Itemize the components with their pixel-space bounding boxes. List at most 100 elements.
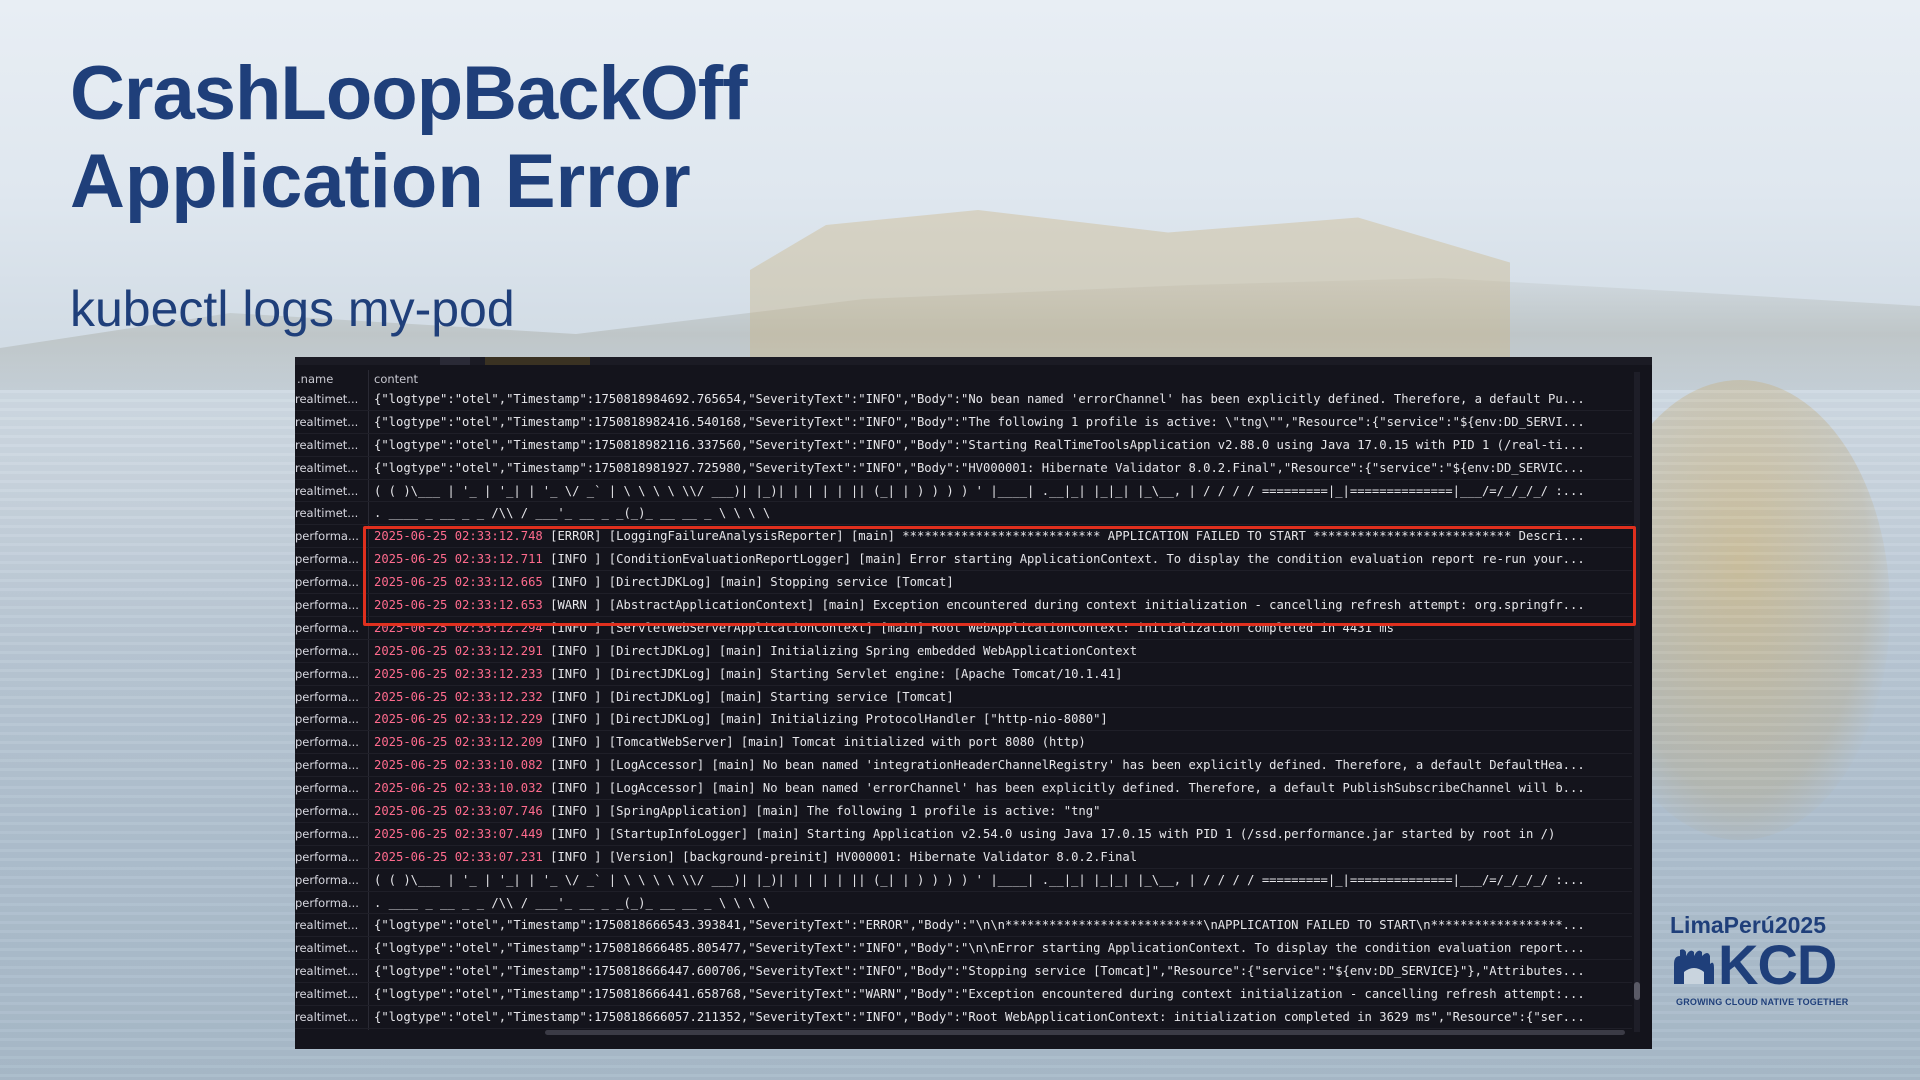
log-row[interactable]: realtimet... {"logtype":"otel","Timestamp… [295, 960, 1632, 984]
log-row-name: performa... [295, 666, 359, 681]
log-row[interactable]: performa... ( ( )\___ | '_ | '_| | '_ \/ … [295, 869, 1632, 892]
log-row[interactable]: realtimet... {"logtype":"otel","Timestamp… [295, 1006, 1632, 1029]
log-row[interactable]: performa... 2025-06-25 02:33:12.209 [INFO… [295, 731, 1632, 755]
scrollbar-thumb[interactable] [1634, 982, 1640, 1000]
log-row-message: [INFO ] [TomcatWebServer] [main] Tomcat … [542, 735, 1086, 750]
log-row-message: [INFO ] [StartupInfoLogger] [main] Start… [542, 826, 1556, 841]
log-row-name: realtimet... [295, 392, 359, 406]
log-row[interactable]: performa... 2025-06-25 02:33:12.232 [INFO… [295, 686, 1632, 709]
log-row-timestamp: 2025-06-25 02:33:12.229 [374, 712, 543, 727]
log-row-name: realtimet... [295, 437, 359, 452]
log-row-timestamp: 2025-06-25 02:33:07.449 [374, 826, 543, 841]
log-row-name: performa... [295, 872, 359, 887]
log-row-content: 2025-06-25 02:33:07.449 [INFO ] [Startup… [374, 823, 1622, 845]
log-row[interactable]: realtimet... {"logtype":"otel","Timestamp… [295, 914, 1632, 938]
log-row-content: 2025-06-25 02:33:07.231 [INFO ] [Version… [374, 846, 1622, 868]
log-row-name: realtimet... [295, 987, 359, 1002]
log-row-message: [INFO ] [DirectJDKLog] [main] Initializi… [542, 643, 1138, 658]
log-row-content: {"logtype":"otel","Timestamp":1750818666… [374, 941, 1585, 956]
log-row-message: [INFO ] [DirectJDKLog] [main] Initializi… [542, 712, 1108, 727]
background-reed-boat [750, 210, 1510, 360]
log-row-message: [INFO ] [Version] [background-preinit] H… [542, 849, 1138, 864]
log-row[interactable]: performa... 2025-06-25 02:33:07.449 [INFO… [295, 823, 1632, 846]
log-row-content: {"logtype":"otel","Timestamp":1750818666… [374, 1010, 1585, 1025]
log-row-timestamp: 2025-06-25 02:33:12.291 [374, 643, 543, 658]
log-row-name: realtimet... [295, 506, 359, 521]
log-row-name: performa... [295, 712, 359, 727]
log-row-content: {"logtype":"otel","Timestamp":1750818666… [374, 987, 1585, 1002]
column-header-name[interactable]: .name [297, 372, 333, 386]
log-row-timestamp: 2025-06-25 02:33:12.209 [374, 735, 543, 750]
logo-tagline: GROWING CLOUD NATIVE TOGETHER [1676, 997, 1849, 1007]
logo-brand-text: KCD [1718, 933, 1837, 996]
log-row[interactable]: realtimet... ( ( )\___ | '_ | '_| | '_ \/… [295, 480, 1632, 503]
log-row[interactable]: realtimet... {"logtype":"otel","Timestamp… [295, 457, 1632, 480]
slide-subtitle: Application Error [70, 139, 691, 224]
log-row[interactable]: realtimet... {"logtype":"otel","Timestamp… [295, 434, 1632, 457]
log-row-message: [INFO ] [SpringApplication] [main] The f… [542, 804, 1101, 819]
log-row[interactable]: performa... 2025-06-25 02:33:07.746 [INFO… [295, 800, 1632, 823]
column-header-content[interactable]: content [374, 372, 418, 386]
log-row-name: performa... [295, 598, 359, 613]
log-row[interactable]: realtimet... {"logtype":"otel","Timestamp… [295, 937, 1632, 961]
log-row-name: performa... [295, 804, 359, 819]
log-row[interactable]: performa... 2025-06-25 02:33:07.231 [INFO… [295, 846, 1632, 869]
log-row-content: 2025-06-25 02:33:12.291 [INFO ] [DirectJ… [374, 640, 1622, 662]
log-row-name: performa... [295, 826, 359, 841]
kcd-logo: LimaPerú2025 KCD GROWING CLOUD NATIVE TO… [1668, 912, 1868, 1012]
log-row-name: performa... [295, 529, 359, 544]
log-row[interactable]: performa... 2025-06-25 02:33:10.082 [INFO… [295, 754, 1632, 778]
log-row-content: {"logtype":"otel","Timestamp":1750818981… [374, 460, 1585, 475]
log-viewer-panel: .name content realtimet... {"logtype":"ot… [295, 357, 1652, 1049]
log-row-timestamp: 2025-06-25 02:33:10.032 [374, 781, 543, 796]
horizontal-scrollbar[interactable] [545, 1030, 1625, 1035]
command-text: kubectl logs my-pod [70, 281, 515, 337]
toolbar-tab-active[interactable] [485, 357, 590, 365]
log-rows: realtimet... {"logtype":"otel","Timestamp… [295, 388, 1632, 1029]
log-row-content: ( ( )\___ | '_ | '_| | '_ \/ _` | \ \ \ … [374, 872, 1585, 887]
log-row-name: performa... [295, 735, 359, 750]
log-row-name: performa... [295, 689, 359, 704]
log-table-header: .name content [295, 370, 1632, 388]
log-row[interactable]: performa... 2025-06-25 02:33:12.233 [INFO… [295, 663, 1632, 686]
log-row-name: performa... [295, 758, 359, 773]
log-row-name: performa... [295, 895, 359, 910]
log-row[interactable]: performa... 2025-06-25 02:33:12.229 [INFO… [295, 708, 1632, 732]
log-row-content: 2025-06-25 02:33:12.209 [INFO ] [TomcatW… [374, 731, 1622, 753]
vertical-scrollbar[interactable] [1634, 372, 1640, 1032]
log-row-content: 2025-06-25 02:33:12.229 [INFO ] [DirectJ… [374, 708, 1622, 730]
log-row[interactable]: realtimet... {"logtype":"otel","Timestamp… [295, 411, 1632, 434]
log-row[interactable]: realtimet... {"logtype":"otel","Timestamp… [295, 388, 1632, 411]
log-row-timestamp: 2025-06-25 02:33:07.746 [374, 804, 543, 819]
log-row-name: performa... [295, 643, 359, 658]
log-row-message: [INFO ] [DirectJDKLog] [main] Starting S… [542, 666, 1123, 681]
error-highlight-box [363, 526, 1636, 626]
log-row-name: performa... [295, 575, 359, 590]
log-viewer-toolbar [295, 357, 1652, 365]
toolbar-tab[interactable] [440, 357, 470, 365]
log-row[interactable]: realtimet... . ____ _ __ _ _ /\\ / ___'_ … [295, 502, 1632, 526]
log-row[interactable]: performa... 2025-06-25 02:33:10.032 [INFO… [295, 777, 1632, 801]
log-row[interactable]: performa... 2025-06-25 02:33:12.291 [INFO… [295, 640, 1632, 663]
log-row[interactable]: performa... . ____ _ __ _ _ /\\ / ___'_ _… [295, 892, 1632, 915]
log-row-content: {"logtype":"otel","Timestamp":1750818982… [374, 414, 1585, 429]
log-row[interactable]: realtimet... {"logtype":"otel","Timestamp… [295, 983, 1632, 1007]
log-row-content: {"logtype":"otel","Timestamp":1750818984… [374, 392, 1585, 406]
hands-icon [1674, 949, 1714, 984]
log-row-content: 2025-06-25 02:33:07.746 [INFO ] [SpringA… [374, 800, 1622, 822]
log-row-name: realtimet... [295, 964, 359, 979]
log-row-content: {"logtype":"otel","Timestamp":1750818666… [374, 918, 1585, 933]
log-row-timestamp: 2025-06-25 02:33:12.232 [374, 689, 543, 704]
log-row-name: performa... [295, 620, 359, 635]
log-row-content: 2025-06-25 02:33:10.032 [INFO ] [LogAcce… [374, 777, 1622, 799]
log-row-content: 2025-06-25 02:33:10.082 [INFO ] [LogAcce… [374, 754, 1622, 776]
slide-title: CrashLoopBackOff [70, 51, 748, 136]
log-row-timestamp: 2025-06-25 02:33:12.233 [374, 666, 543, 681]
log-row-timestamp: 2025-06-25 02:33:07.231 [374, 849, 543, 864]
log-row-content: . ____ _ __ _ _ /\\ / ___'_ __ _ _(_)_ _… [374, 506, 771, 521]
log-row-message: [INFO ] [LogAccessor] [main] No bean nam… [542, 758, 1585, 773]
log-row-content: 2025-06-25 02:33:12.233 [INFO ] [DirectJ… [374, 663, 1622, 685]
log-row-name: realtimet... [295, 918, 359, 933]
log-row-message: [INFO ] [LogAccessor] [main] No bean nam… [542, 781, 1585, 796]
log-row-name: performa... [295, 552, 359, 567]
